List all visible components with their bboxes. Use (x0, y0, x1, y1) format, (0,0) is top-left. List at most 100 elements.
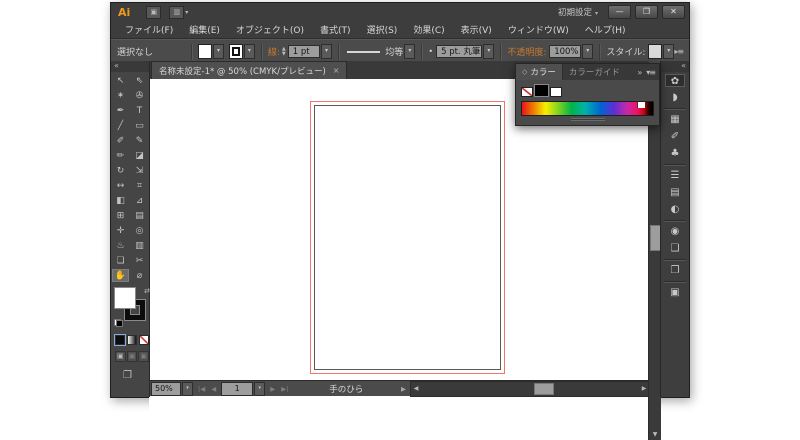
panel-resize-grip[interactable] (570, 118, 605, 121)
workspace-switcher[interactable]: 初期設定 ▾ (558, 6, 604, 18)
layers-panel-icon[interactable]: ❐ (665, 264, 685, 277)
color-guide-panel-icon[interactable]: ◗ (665, 91, 685, 104)
document-tab[interactable]: 名称未設定-1* @ 50% (CMYK/プレビュー) × (151, 61, 348, 79)
gradient-panel-icon[interactable]: ▤ (665, 186, 685, 199)
artboard-number-field[interactable]: 1 (221, 381, 254, 396)
color-spectrum-ramp[interactable] (521, 101, 654, 116)
opacity-dropdown-icon[interactable]: ▾ (582, 44, 594, 59)
style-swatch[interactable] (648, 44, 663, 59)
menu-object[interactable]: オブジェクト(O) (228, 23, 312, 36)
stroke-color-swatch[interactable] (228, 44, 243, 59)
brush-dropdown-icon[interactable]: ▾ (483, 44, 495, 59)
scroll-left-icon[interactable]: ◀ (411, 385, 421, 392)
collapse-panel-icon[interactable]: » (637, 68, 642, 77)
eraser-tool[interactable]: ◪ (131, 149, 148, 162)
default-fill-stroke-icon[interactable] (114, 319, 123, 327)
column-graph-tool[interactable]: ▥ (131, 239, 148, 252)
none-swatch[interactable] (521, 87, 533, 97)
menu-window[interactable]: ウィンドウ(W) (500, 23, 577, 36)
horizontal-scrollbar-track[interactable] (421, 382, 639, 396)
go-to-bridge-icon[interactable]: ▣ (146, 5, 162, 19)
transparency-panel-icon[interactable]: ◐ (665, 203, 685, 216)
style-dropdown-icon[interactable]: ▾ (663, 44, 675, 59)
stepper-down-icon[interactable]: ▼ (282, 51, 286, 57)
mesh-tool[interactable]: ⊞ (112, 209, 129, 222)
rotate-tool[interactable]: ↻ (112, 164, 129, 177)
pencil-tool[interactable]: ✎ (131, 134, 148, 147)
graphic-styles-panel-icon[interactable]: ❑ (665, 242, 685, 255)
pen-tool[interactable]: ✒ (112, 104, 129, 117)
scroll-down-icon[interactable]: ▼ (649, 430, 661, 440)
lasso-tool[interactable]: ✇ (131, 89, 148, 102)
draw-behind-icon[interactable]: ▣ (126, 351, 138, 362)
brush-definition-field[interactable]: 5 pt. 丸筆 (436, 45, 483, 58)
swatches-panel-icon[interactable]: ▦ (665, 113, 685, 126)
artboards-panel-icon[interactable]: ▣ (665, 286, 685, 299)
swap-fill-stroke-icon[interactable]: ⇄ (144, 287, 150, 295)
stroke-profile-dropdown-icon[interactable]: ▾ (404, 44, 416, 59)
draw-normal-icon[interactable]: ▣ (115, 351, 126, 362)
menu-effect[interactable]: 効果(C) (405, 23, 452, 36)
color-panel-icon[interactable]: ✿ (665, 74, 685, 87)
symbols-panel-icon[interactable]: ♣ (665, 147, 685, 160)
tab-close-icon[interactable]: × (333, 66, 340, 75)
last-artboard-icon[interactable]: ▶| (281, 385, 288, 393)
draw-inside-icon[interactable]: ▣ (138, 351, 150, 362)
stroke-panel-link[interactable]: 線: (268, 45, 280, 58)
menu-help[interactable]: ヘルプ(H) (577, 23, 634, 36)
rectangle-tool[interactable]: ▭ (131, 119, 148, 132)
stroke-color-dropdown-icon[interactable]: ▾ (243, 44, 255, 59)
magic-wand-tool[interactable]: ✶ (112, 89, 129, 102)
panel-menu-icon[interactable]: ▾≡ (646, 68, 656, 77)
previous-artboard-icon[interactable]: ◀ (211, 385, 216, 393)
symbol-sprayer-tool[interactable]: ♨ (112, 239, 129, 252)
status-popup-icon[interactable]: ▶ (401, 385, 406, 393)
paintbrush-tool[interactable]: ✐ (112, 134, 129, 147)
white-swatch[interactable] (550, 87, 562, 97)
tab-color-guide[interactable]: カラーガイド (563, 64, 626, 80)
hand-tool[interactable]: ✋ (112, 269, 129, 282)
stroke-width-dropdown-icon[interactable]: ▾ (320, 44, 333, 59)
artboard[interactable] (314, 105, 501, 370)
artboard-tool[interactable]: ❏ (112, 254, 129, 267)
direct-selection-tool[interactable]: ⇖ (131, 74, 148, 87)
artboard-dropdown-icon[interactable]: ▾ (254, 381, 266, 396)
color-button[interactable] (114, 334, 126, 346)
type-tool[interactable]: T (131, 104, 148, 117)
width-tool[interactable]: ↔ (112, 179, 129, 192)
brushes-panel-icon[interactable]: ✐ (665, 130, 685, 143)
first-artboard-icon[interactable]: |◀ (198, 385, 205, 393)
appearance-panel-icon[interactable]: ◉ (665, 225, 685, 238)
minimize-button[interactable]: — (608, 5, 631, 19)
fill-color-dropdown-icon[interactable]: ▾ (212, 44, 225, 59)
black-swatch[interactable] (534, 84, 549, 97)
menu-select[interactable]: 選択(S) (359, 23, 406, 36)
menu-edit[interactable]: 編集(E) (181, 23, 228, 36)
arrange-documents-arrow-icon[interactable]: ▾ (185, 9, 188, 16)
stroke-width-stepper[interactable]: ▲ ▼ (282, 46, 286, 57)
shape-builder-tool[interactable]: ◧ (112, 194, 129, 207)
line-segment-tool[interactable]: ╱ (112, 119, 129, 132)
opacity-panel-link[interactable]: 不透明度: (507, 45, 546, 58)
selection-tool[interactable]: ↖ (112, 74, 129, 87)
perspective-grid-tool[interactable]: ⊿ (131, 194, 148, 207)
menu-view[interactable]: 表示(V) (453, 23, 500, 36)
control-panel-menu-icon[interactable]: ▸≡ (674, 47, 684, 56)
scale-tool[interactable]: ⇲ (131, 164, 148, 177)
eyedropper-tool[interactable]: ✛ (112, 224, 129, 237)
free-transform-tool[interactable]: ⌗ (131, 179, 148, 192)
none-button[interactable] (139, 335, 149, 345)
arrange-documents-icon[interactable]: ▥ (169, 5, 185, 19)
blend-tool[interactable]: ◎ (131, 224, 148, 237)
zoom-tool[interactable]: ⌀ (131, 269, 148, 282)
stroke-panel-icon[interactable]: ☰ (665, 169, 685, 182)
slice-tool[interactable]: ✂ (131, 254, 148, 267)
menu-file[interactable]: ファイル(F) (117, 23, 181, 36)
tab-color[interactable]: ◇ カラー (516, 64, 563, 80)
dock-collapse-icon[interactable]: « (661, 61, 689, 72)
next-artboard-icon[interactable]: ▶ (270, 385, 275, 393)
opacity-field[interactable]: 100% (549, 45, 582, 58)
maximize-button[interactable]: ❐ (635, 5, 658, 19)
blob-brush-tool[interactable]: ✏ (112, 149, 129, 162)
fill-color-swatch[interactable] (197, 44, 212, 59)
